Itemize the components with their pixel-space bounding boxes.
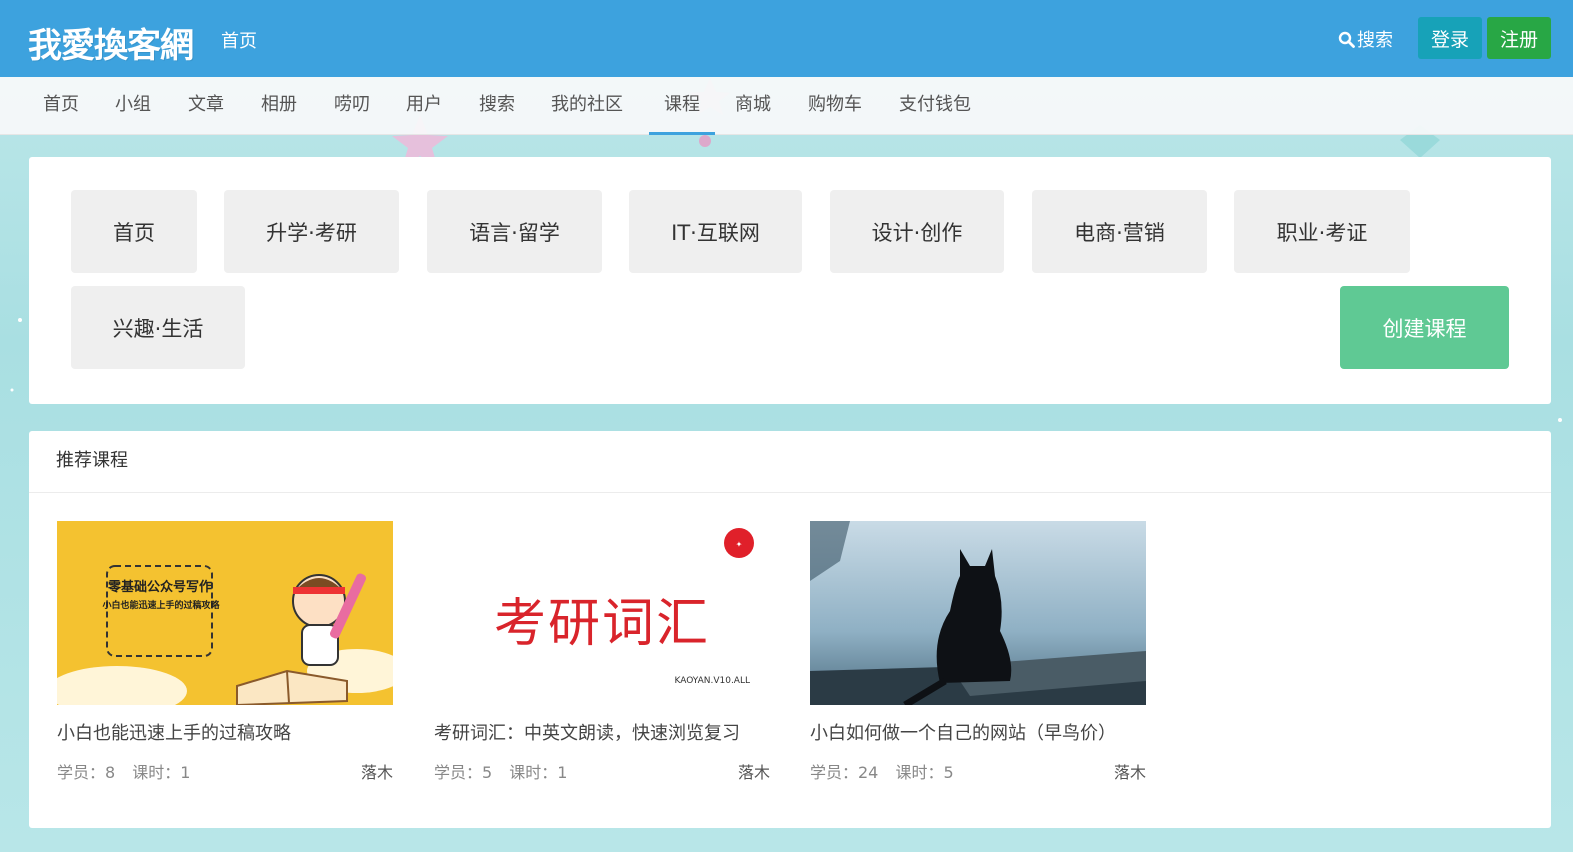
lesson-count: 课时：1 xyxy=(132,763,191,782)
course-author[interactable]: 落木 xyxy=(738,759,770,783)
category-language[interactable]: 语言·留学 xyxy=(427,190,602,273)
course-title[interactable]: 考研词汇：中英文朗读，快速浏览复习 xyxy=(434,719,770,745)
category-home[interactable]: 首页 xyxy=(71,190,197,273)
nav-item-cart[interactable]: 购物车 xyxy=(808,77,862,135)
category-career[interactable]: 职业·考证 xyxy=(1234,190,1410,273)
thumbnail-subtitle: 小白也能迅速上手的过稿攻略 xyxy=(102,601,220,611)
course-meta: 学员：24 课时：5 落木 xyxy=(810,759,1146,783)
header-home-link[interactable]: 首页 xyxy=(221,27,257,53)
nav-item-wallet[interactable]: 支付钱包 xyxy=(899,77,971,135)
category-ecommerce[interactable]: 电商·营销 xyxy=(1032,190,1207,273)
nav-item-shop[interactable]: 商城 xyxy=(735,77,771,135)
student-count: 学员：8 xyxy=(57,763,116,782)
course-card[interactable]: 零基础公众号写作 小白也能迅速上手的过稿攻略 小白也能迅速上手的过稿攻略 学员：… xyxy=(57,521,393,783)
nav-item-my-community[interactable]: 我的社区 xyxy=(551,77,623,135)
thumbnail-heading: 零基础公众号写作 xyxy=(107,580,212,595)
category-hobby[interactable]: 兴趣·生活 xyxy=(71,286,245,369)
top-header: 我愛換客網 首页 搜索 登录 注册 xyxy=(0,0,1573,77)
course-meta: 学员：8 课时：1 落木 xyxy=(57,759,393,783)
course-card[interactable]: ✦ 考研词汇 KAOYAN.V10.ALL 考研词汇：中英文朗读，快速浏览复习 … xyxy=(434,521,770,783)
course-thumbnail[interactable] xyxy=(810,521,1146,705)
lesson-count: 课时：5 xyxy=(895,763,954,782)
course-title[interactable]: 小白也能迅速上手的过稿攻略 xyxy=(57,719,393,745)
main-nav: 首页 小组 文章 相册 唠叨 用户 搜索 我的社区 课程 商城 购物车 支付钱包 xyxy=(0,77,1573,135)
student-count: 学员：5 xyxy=(434,763,493,782)
student-count: 学员：24 xyxy=(810,763,879,782)
category-exam[interactable]: 升学·考研 xyxy=(224,190,399,273)
writing-course-illustration xyxy=(57,521,393,705)
course-card[interactable]: 小白如何做一个自己的网站（早鸟价） 学员：24 课时：5 落木 xyxy=(810,521,1146,783)
course-author[interactable]: 落木 xyxy=(361,759,393,783)
recommended-title: 推荐课程 xyxy=(29,431,1551,493)
nav-item-groups[interactable]: 小组 xyxy=(115,77,151,135)
header-search-link[interactable]: 搜索 xyxy=(1338,26,1393,52)
course-thumbnail[interactable]: 零基础公众号写作 小白也能迅速上手的过稿攻略 xyxy=(57,521,393,705)
create-course-button[interactable]: 创建课程 xyxy=(1340,286,1509,369)
recommended-courses-panel: 推荐课程 零基础公众号写作 小白也能迅速上手的过稿攻略 小白也能迅速上手的过稿攻… xyxy=(29,431,1551,828)
nav-item-chatter[interactable]: 唠叨 xyxy=(334,77,370,135)
site-logo[interactable]: 我愛換客網 xyxy=(28,18,194,66)
search-label: 搜索 xyxy=(1357,30,1393,51)
search-icon xyxy=(1338,31,1355,48)
nav-item-home[interactable]: 首页 xyxy=(43,77,79,135)
nav-item-albums[interactable]: 相册 xyxy=(261,77,297,135)
course-meta: 学员：5 课时：1 落木 xyxy=(434,759,770,783)
cat-photo xyxy=(810,521,1146,705)
nav-item-courses[interactable]: 课程 xyxy=(649,77,715,135)
register-button[interactable]: 注册 xyxy=(1487,17,1551,59)
nav-item-articles[interactable]: 文章 xyxy=(188,77,224,135)
svg-text:✦: ✦ xyxy=(736,540,743,549)
category-design[interactable]: 设计·创作 xyxy=(830,190,1004,273)
thumbnail-heading: 考研词汇 xyxy=(493,594,710,654)
course-author[interactable]: 落木 xyxy=(1114,759,1146,783)
lesson-count: 课时：1 xyxy=(509,763,568,782)
course-title[interactable]: 小白如何做一个自己的网站（早鸟价） xyxy=(810,719,1146,745)
category-it[interactable]: IT·互联网 xyxy=(629,190,802,273)
nav-item-users[interactable]: 用户 xyxy=(406,77,442,135)
course-category-panel: 首页 升学·考研 语言·留学 IT·互联网 设计·创作 电商·营销 职业·考证 … xyxy=(29,157,1551,404)
login-button[interactable]: 登录 xyxy=(1418,17,1482,59)
course-thumbnail[interactable]: ✦ 考研词汇 KAOYAN.V10.ALL xyxy=(434,521,770,705)
thumbnail-code: KAOYAN.V10.ALL xyxy=(674,676,750,686)
nav-item-search[interactable]: 搜索 xyxy=(479,77,515,135)
